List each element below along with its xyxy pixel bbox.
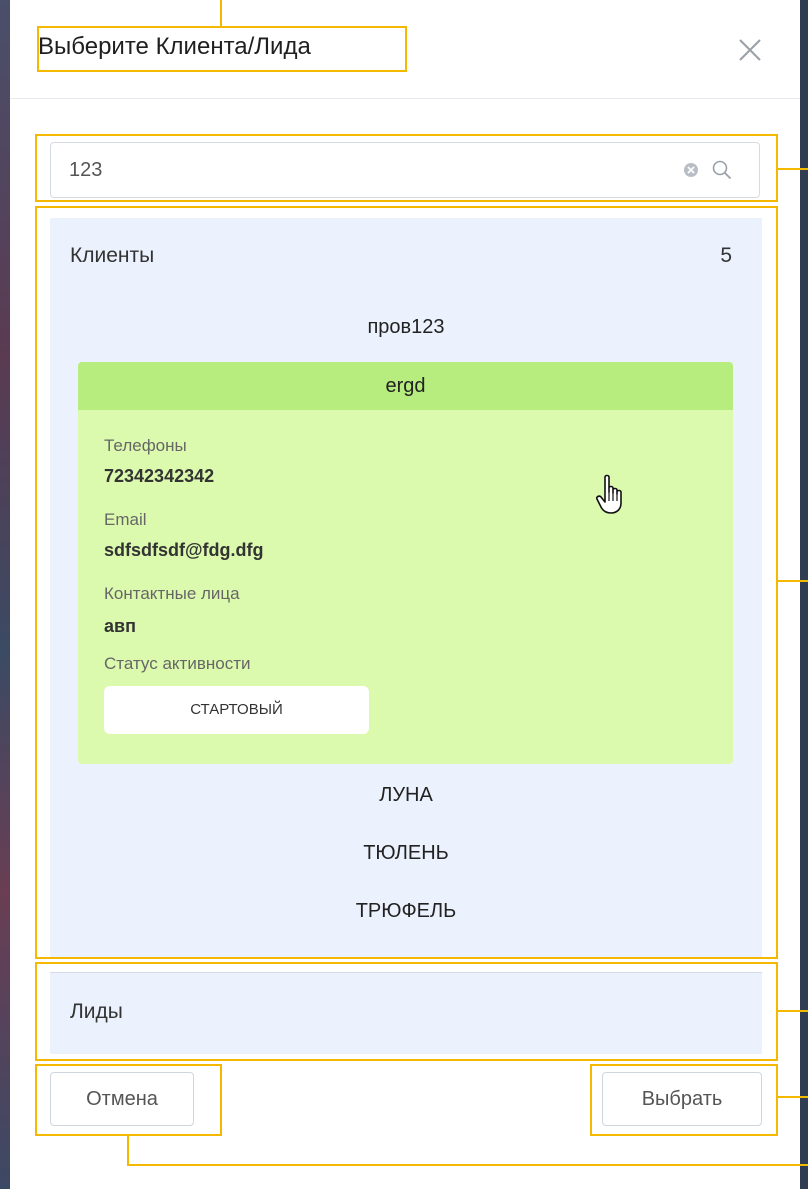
clear-circle-icon <box>684 163 698 177</box>
email-value: sdfsdfsdf@fdg.dfg <box>104 540 264 560</box>
client-item[interactable]: пров123 <box>50 316 762 339</box>
status-label: Статус активности <box>104 654 251 673</box>
leads-section[interactable]: Лиды <box>50 972 762 1054</box>
select-client-dialog: Выберите Клиента/Лида Клиенты 5 п <box>10 0 800 1189</box>
clear-search-button[interactable] <box>683 162 699 178</box>
email-label: Email <box>104 510 147 529</box>
close-button[interactable] <box>730 30 770 70</box>
client-item[interactable]: ТРЮФЕЛЬ <box>50 900 762 923</box>
select-button[interactable]: Выбрать <box>602 1072 762 1126</box>
search-box <box>50 142 760 198</box>
search-icon <box>712 160 732 180</box>
clients-title: Клиенты <box>70 244 155 267</box>
phones-label: Телефоны <box>104 436 187 455</box>
leads-title: Лиды <box>70 1000 123 1023</box>
dialog-title: Выберите Клиента/Лида <box>38 33 311 60</box>
client-card-name: ergd <box>78 362 733 410</box>
cancel-button[interactable]: Отмена <box>50 1072 194 1126</box>
clients-section: Клиенты 5 пров123 ergd Телефоны 72342342… <box>50 218 762 958</box>
backdrop <box>0 0 10 1189</box>
client-item[interactable]: ЛУНА <box>50 784 762 807</box>
client-item[interactable]: ТЮЛЕНЬ <box>50 842 762 865</box>
phones-value: 72342342342 <box>104 466 215 486</box>
contacts-label: Контактные лица <box>104 584 240 603</box>
status-badge[interactable]: СТАРТОВЫЙ <box>104 686 369 734</box>
client-card-expanded[interactable]: ergd Телефоны 72342342342 Email sdfsdfsd… <box>78 362 733 764</box>
contacts-value: авп <box>104 616 136 636</box>
search-input[interactable] <box>51 143 671 197</box>
clients-count: 5 <box>720 244 732 267</box>
hand-pointer-icon <box>596 474 622 514</box>
search-button[interactable] <box>711 159 733 181</box>
close-icon <box>739 39 761 61</box>
dialog-header: Выберите Клиента/Лида <box>10 0 800 99</box>
backdrop-right <box>800 0 808 1189</box>
